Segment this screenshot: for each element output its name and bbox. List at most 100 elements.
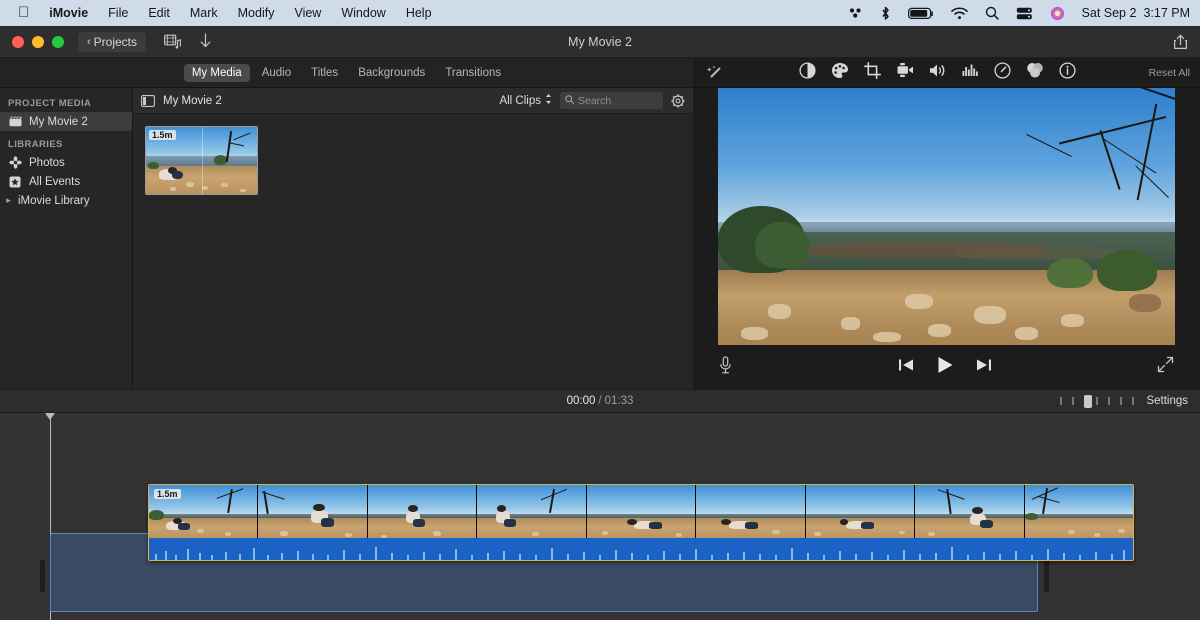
sidebar-item-photos[interactable]: Photos — [0, 153, 132, 172]
movie-clapper-icon — [8, 116, 22, 127]
dropzone-left-handle[interactable] — [40, 560, 45, 592]
expand-fullscreen-icon[interactable] — [1157, 356, 1174, 378]
crop-icon[interactable] — [864, 62, 881, 84]
wifi-icon[interactable] — [951, 7, 968, 20]
filmstrip-frame — [587, 485, 696, 540]
menubar-clock[interactable]: Sat Sep 23:17 PM — [1082, 6, 1190, 20]
up-down-chevron-icon — [545, 93, 552, 108]
filmstrip-frame — [806, 485, 915, 540]
timecode-display: 00:00/01:33 — [0, 395, 1200, 407]
star-box-icon — [8, 176, 22, 188]
media-browser-tabs: My Media Audio Titles Backgrounds Transi… — [0, 58, 693, 88]
sidebar-toggle-icon[interactable] — [141, 95, 155, 107]
video-preview[interactable] — [718, 88, 1175, 345]
imovie-window:  iMovie File Edit Mark Modify View Wind… — [0, 0, 1200, 620]
volume-icon[interactable] — [929, 63, 947, 83]
skip-to-end-icon[interactable] — [976, 358, 992, 377]
menu-item-view[interactable]: View — [284, 6, 331, 20]
gear-settings-icon[interactable] — [671, 94, 685, 108]
clip-audio-waveform — [149, 538, 1133, 560]
menu-item-window[interactable]: Window — [331, 6, 395, 20]
apple-logo-icon[interactable]:  — [18, 5, 29, 20]
color-balance-icon[interactable] — [799, 62, 816, 84]
siri-icon[interactable] — [1050, 6, 1065, 21]
chevron-left-icon: ‹ — [87, 36, 91, 48]
tab-audio[interactable]: Audio — [254, 64, 299, 82]
viewer-tool-buttons — [727, 62, 1149, 84]
thumbnail-frame-divider — [202, 127, 203, 194]
media-browser-panel: My Movie 2 All Clips Search — [133, 88, 693, 389]
menu-item-imovie[interactable]: iMovie — [39, 6, 98, 20]
macos-menu-bar:  iMovie File Edit Mark Modify View Wind… — [0, 0, 1200, 26]
sidebar-item-imovie-library[interactable]: ▸ iMovie Library — [0, 191, 132, 210]
timeline-zoom-area: Settings — [1060, 395, 1200, 407]
battery-icon[interactable] — [908, 7, 934, 20]
menu-item-edit[interactable]: Edit — [138, 6, 180, 20]
play-icon[interactable] — [935, 355, 955, 380]
dragged-clip-duration-badge: 1.5m — [154, 489, 181, 499]
tab-my-media[interactable]: My Media — [184, 64, 250, 82]
menu-item-file[interactable]: File — [98, 6, 138, 20]
preview-scene — [718, 88, 1175, 345]
stabilization-camera-icon[interactable] — [896, 62, 914, 83]
voiceover-microphone-icon[interactable] — [719, 356, 732, 379]
time-separator: / — [598, 395, 601, 407]
screen-mirroring-icon[interactable] — [1016, 7, 1033, 20]
magic-wand-enhance-icon[interactable] — [703, 65, 727, 81]
menu-item-mark[interactable]: Mark — [180, 6, 228, 20]
menu-item-help[interactable]: Help — [396, 6, 442, 20]
search-input[interactable]: Search — [560, 92, 663, 109]
browser-title: My Movie 2 — [163, 95, 222, 107]
timeline-settings-button[interactable]: Settings — [1146, 395, 1188, 407]
zoom-slider-handle[interactable] — [1084, 395, 1092, 408]
window-traffic-lights — [12, 36, 64, 48]
playhead-marker-icon — [45, 413, 55, 420]
media-clip-thumbnail[interactable]: 1.5m — [145, 126, 258, 195]
equalizer-icon[interactable] — [962, 63, 979, 82]
tab-transitions[interactable]: Transitions — [437, 64, 509, 82]
clip-duration-badge: 1.5m — [149, 130, 176, 140]
spotlight-search-icon[interactable] — [985, 6, 999, 20]
photos-flower-icon — [8, 156, 22, 169]
bluetooth-icon[interactable] — [880, 6, 891, 21]
all-clips-filter-dropdown[interactable]: All Clips — [499, 93, 552, 108]
media-browser-toolbar: My Movie 2 All Clips Search — [133, 88, 693, 114]
filters-clips-icon[interactable] — [1026, 62, 1044, 83]
person-lying — [154, 166, 185, 183]
dragged-video-clip[interactable]: 1.5m — [148, 484, 1134, 561]
close-window-button[interactable] — [12, 36, 24, 48]
dropzone-right-handle[interactable] — [1044, 560, 1049, 592]
sidebar-item-all-events[interactable]: All Events — [0, 172, 132, 191]
media-browser-content: 1.5m — [133, 114, 693, 207]
preview-viewer-panel: Reset All — [693, 58, 1200, 389]
film-music-icon[interactable] — [164, 34, 181, 49]
sidebar-header-libraries: LIBRARIES — [0, 135, 132, 153]
timeline-zoom-slider[interactable] — [1060, 395, 1134, 407]
filmstrip-frame — [477, 485, 586, 540]
sidebar-item-label: iMovie Library — [18, 195, 90, 207]
info-icon[interactable] — [1059, 62, 1076, 84]
maximize-window-button[interactable] — [52, 36, 64, 48]
reset-all-button[interactable]: Reset All — [1149, 67, 1190, 79]
timeline-toolbar: 00:00/01:33 Settings — [0, 389, 1200, 413]
tab-backgrounds[interactable]: Backgrounds — [350, 64, 433, 82]
timeline-panel[interactable]: 1.5m — [0, 413, 1200, 620]
back-to-projects-button[interactable]: ‹ Projects — [78, 32, 146, 52]
disclosure-caret-icon[interactable]: ▸ — [4, 195, 13, 206]
menubar-status-area: Sat Sep 23:17 PM — [848, 6, 1190, 21]
filmstrip-frame — [915, 485, 1024, 540]
control-center-icon[interactable] — [848, 6, 863, 20]
filmstrip-frame — [258, 485, 367, 540]
color-correction-palette-icon[interactable] — [831, 62, 849, 84]
total-time: 01:33 — [605, 395, 634, 407]
download-import-icon[interactable] — [199, 33, 212, 50]
share-icon[interactable] — [1173, 34, 1188, 50]
filmstrip-frame — [368, 485, 477, 540]
sidebar-item-my-movie-2[interactable]: My Movie 2 — [0, 112, 132, 131]
skip-to-start-icon[interactable] — [898, 358, 914, 377]
speed-gauge-icon[interactable] — [994, 62, 1011, 84]
minimize-window-button[interactable] — [32, 36, 44, 48]
search-placeholder-text: Search — [578, 95, 611, 107]
menu-item-modify[interactable]: Modify — [228, 6, 285, 20]
tab-titles[interactable]: Titles — [303, 64, 346, 82]
